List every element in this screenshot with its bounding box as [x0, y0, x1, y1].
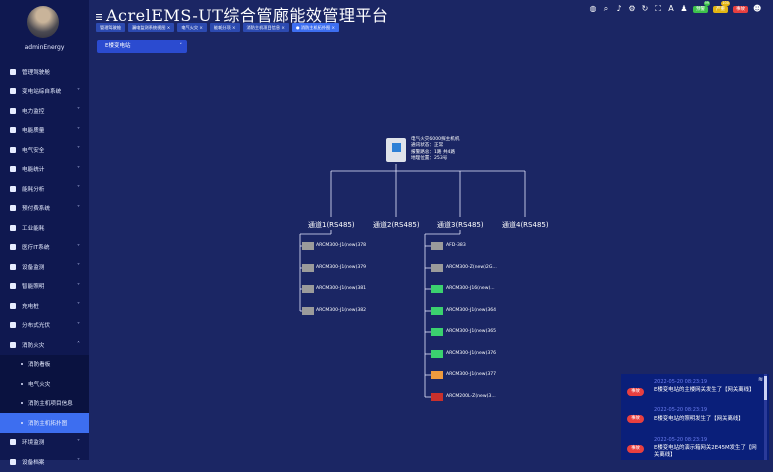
- device-status-box[interactable]: [302, 242, 314, 250]
- device-label[interactable]: ARCM300-Z(new)2G...: [446, 265, 497, 270]
- device-label[interactable]: ARCM300-J1(new)382: [316, 308, 366, 313]
- notification-time: 2022-05-20 08:23:19: [654, 437, 708, 443]
- notification-close-icon[interactable]: ≋: [758, 376, 763, 383]
- device-status-box[interactable]: [431, 371, 443, 379]
- channel-3-label: 通道3(RS485): [437, 221, 484, 229]
- channel-4-label: 通道4(RS485): [502, 221, 549, 229]
- notification-time: 2022-05-20 08:23:19: [654, 379, 708, 385]
- device-status-box[interactable]: [302, 285, 314, 293]
- notification-tag: 事故: [627, 415, 644, 423]
- device-status-box[interactable]: [302, 264, 314, 272]
- device-label[interactable]: AFD-383: [446, 243, 466, 248]
- notification-message: E楼变电站的照明发生了【网关离线】: [654, 416, 744, 422]
- device-label[interactable]: ARCM300-J1(new)379: [316, 265, 366, 270]
- device-label[interactable]: ARCM200L-Z(new)3...: [446, 394, 496, 399]
- device-label[interactable]: ARCM300-J1(new)381: [316, 286, 366, 291]
- device-status-box[interactable]: [302, 307, 314, 315]
- notification-message: E楼变电站的演示箱网关2E45M发生了【网关离线】: [654, 445, 757, 458]
- device-label[interactable]: ARCM300-J1(new)377: [446, 372, 496, 377]
- host-location: 地理位置：253号: [411, 156, 448, 162]
- device-status-box[interactable]: [431, 242, 443, 250]
- device-label[interactable]: ARCM300-J1(new)365: [446, 329, 496, 334]
- device-status-box[interactable]: [431, 264, 443, 272]
- device-label[interactable]: ARCM300-J1(new)364: [446, 308, 496, 313]
- host-info: 电气火灾6000探主机机 通讯状态：正常 报警路总：1路 共4路 地理位置：25…: [411, 137, 459, 163]
- notification-tag: 事故: [627, 445, 644, 453]
- channel-2-label: 通道2(RS485): [373, 221, 420, 229]
- device-status-box[interactable]: [431, 285, 443, 293]
- device-status-box[interactable]: [431, 393, 443, 401]
- device-label[interactable]: ARCM300-J1(new)376: [446, 351, 496, 356]
- device-status-box[interactable]: [431, 350, 443, 358]
- fire-host-device-icon[interactable]: [386, 138, 406, 162]
- device-label[interactable]: ARCM300-J1(new)378: [316, 243, 366, 248]
- notification-panel: ≋ 事故 2022-05-20 08:23:19 E楼变电站的主楼网关发生了【网…: [621, 374, 769, 460]
- notification-tag: 事故: [627, 388, 644, 396]
- notification-time: 2022-05-20 08:23:19: [654, 407, 708, 413]
- notification-message: E楼变电站的主楼网关发生了【网关离线】: [654, 387, 755, 393]
- device-status-box[interactable]: [431, 307, 443, 315]
- device-status-box[interactable]: [431, 328, 443, 336]
- channel-1-label: 通道1(RS485): [308, 221, 355, 229]
- device-label[interactable]: ARCM300-J16(new)...: [446, 286, 495, 291]
- notification-scrollbar[interactable]: [764, 374, 767, 460]
